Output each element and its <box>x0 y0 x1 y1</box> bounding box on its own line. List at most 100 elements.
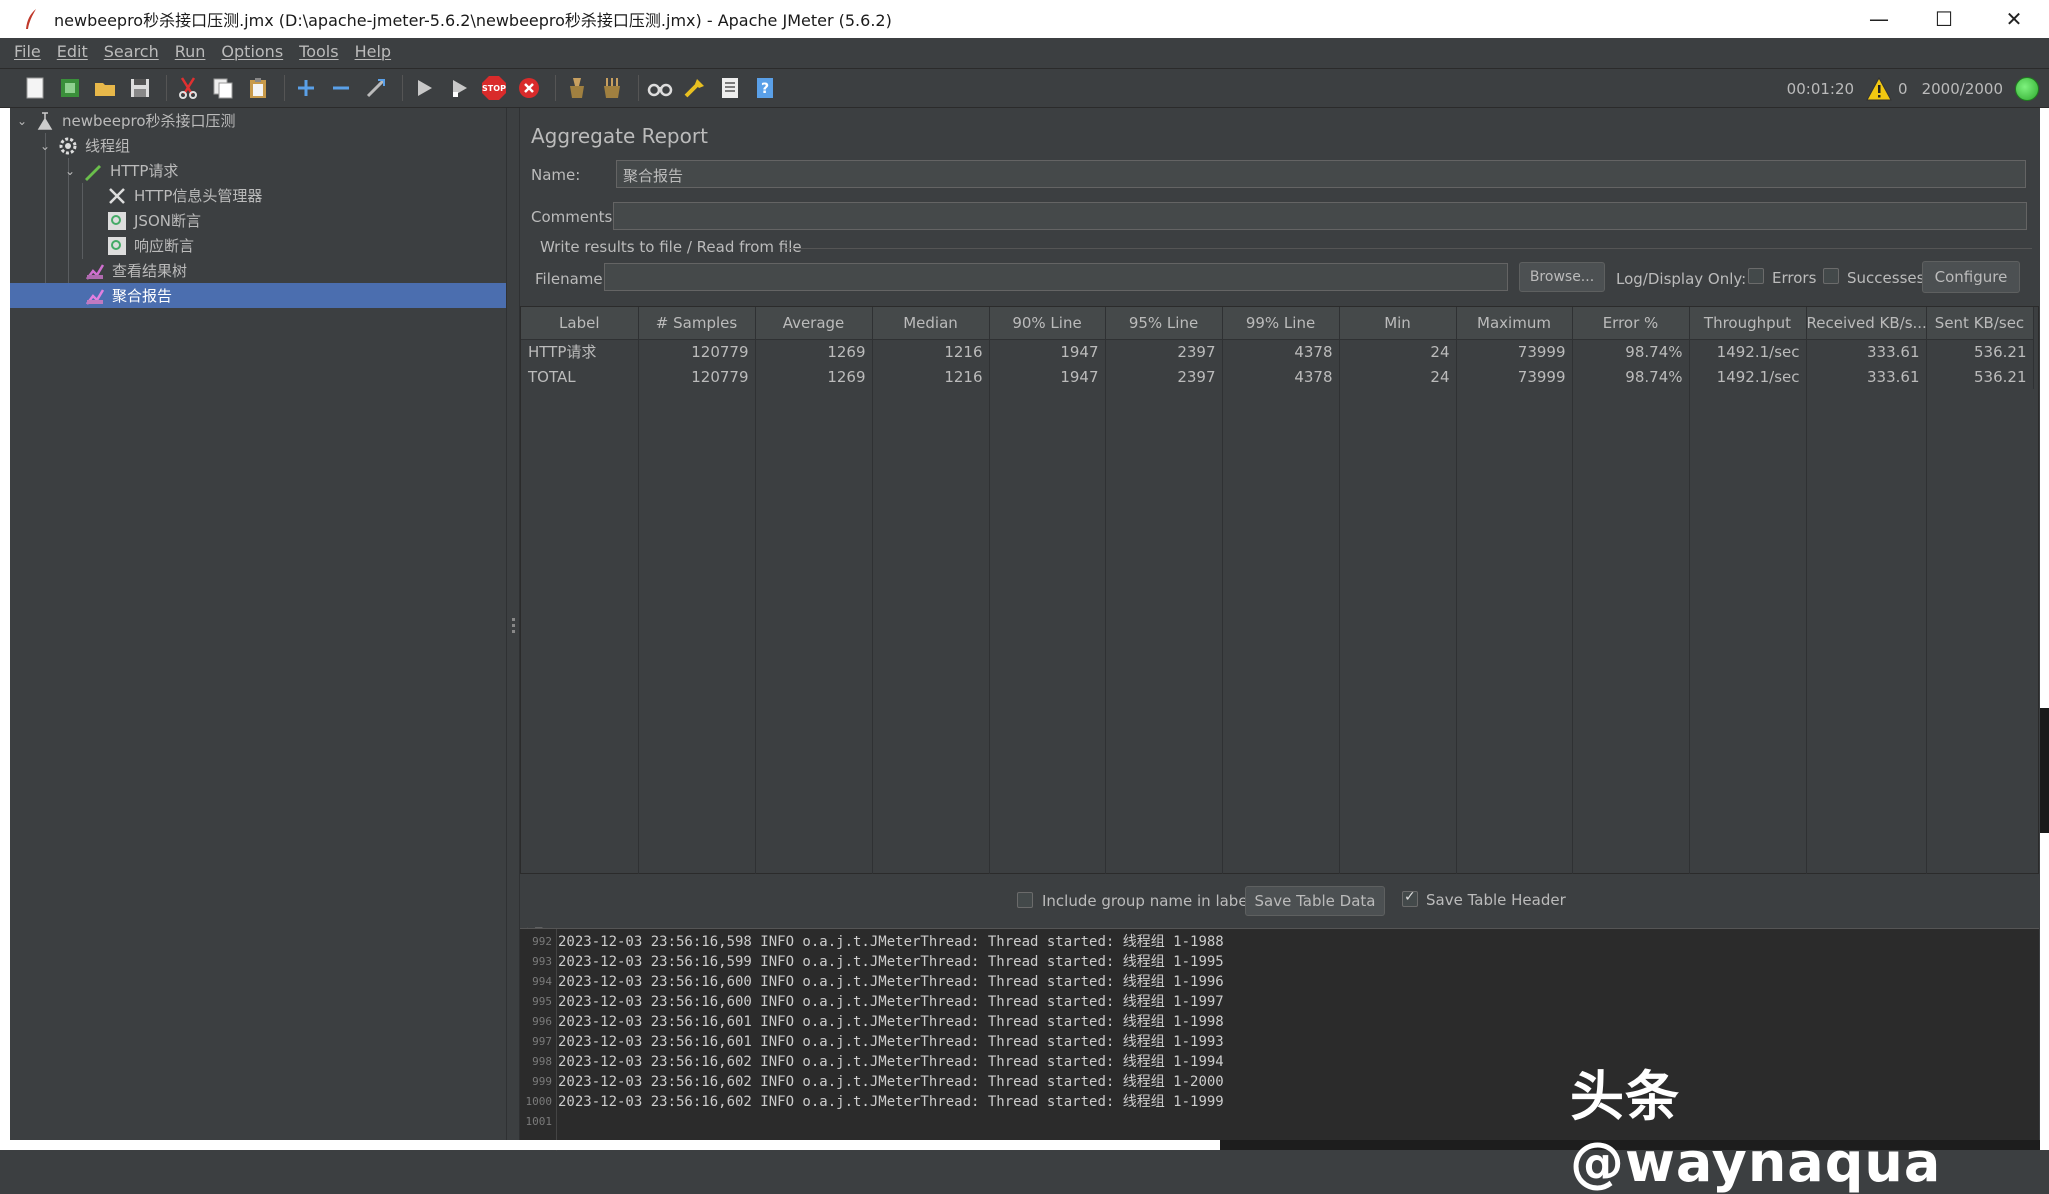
table-cell: TOTAL <box>521 364 639 389</box>
templates-icon[interactable] <box>55 73 85 103</box>
tree-item-response-assertion[interactable]: 响应断言 <box>10 233 506 258</box>
tree-item-json-assertion[interactable]: JSON断言 <box>10 208 506 233</box>
filename-field[interactable] <box>604 263 1508 291</box>
listener-chart-icon <box>84 260 106 282</box>
copy-icon[interactable] <box>208 73 238 103</box>
warning-icon[interactable] <box>1866 77 1892 101</box>
table-row[interactable]: TOTAL 120779 1269 1216 1947 2397 4378 24… <box>521 364 2034 389</box>
name-field[interactable]: 聚合报告 <box>616 160 2026 188</box>
close-button[interactable]: ✕ <box>1979 0 2049 38</box>
start-no-pauses-icon[interactable] <box>444 73 474 103</box>
successes-checkbox[interactable] <box>1823 268 1839 284</box>
clear-icon[interactable] <box>562 73 592 103</box>
column-header[interactable]: # Samples <box>638 307 756 340</box>
test-plan-icon <box>34 110 56 132</box>
filename-label: Filename <box>535 270 603 288</box>
window-title: newbeepro秒杀接口压测.jmx (D:\apache-jmeter-5.… <box>54 11 892 30</box>
column-gridlines <box>521 340 2033 874</box>
reset-search-icon[interactable] <box>680 73 710 103</box>
log-line: 996 2023-12-03 23:56:16,601 INFO o.a.j.t.… <box>532 1014 1224 1030</box>
column-header[interactable]: 95% Line <box>1105 307 1223 340</box>
gridline <box>989 340 990 874</box>
tree-item-view-results-tree[interactable]: 查看结果树 <box>10 258 506 283</box>
minimize-button[interactable]: — <box>1849 0 1909 38</box>
table-cell: 1947 <box>989 364 1106 389</box>
chevron-down-icon[interactable]: ⌄ <box>62 163 78 179</box>
save-icon[interactable] <box>125 73 155 103</box>
save-table-data-button[interactable]: Save Table Data <box>1245 886 1385 916</box>
assertion-magnifier-icon <box>106 235 128 257</box>
menu-file[interactable]: File <box>14 42 41 61</box>
tree-item-aggregate-report[interactable]: 聚合报告 <box>10 283 506 308</box>
table-cell: 98.74% <box>1572 339 1690 364</box>
new-icon[interactable] <box>20 73 50 103</box>
tree-item-thread-group[interactable]: ⌄ 线程组 <box>10 133 506 158</box>
menu-options[interactable]: Options <box>221 42 283 61</box>
tree-item-header-manager[interactable]: HTTP信息头管理器 <box>10 183 506 208</box>
help-icon[interactable]: ? <box>750 73 780 103</box>
aggregate-table: Label # Samples Average Median 90% Line … <box>520 306 2039 874</box>
comments-field[interactable] <box>613 202 2027 230</box>
column-header[interactable]: Label <box>521 307 639 340</box>
assertion-magnifier-icon <box>106 210 128 232</box>
gridline <box>1105 340 1106 874</box>
tree-item-test-plan[interactable]: ⌄ newbeepro秒杀接口压测 <box>10 108 506 133</box>
table-header-row: Label # Samples Average Median 90% Line … <box>521 307 2034 340</box>
save-table-header-checkbox[interactable] <box>1402 889 1418 907</box>
gridline <box>1572 340 1573 874</box>
menu-edit[interactable]: Edit <box>57 42 88 61</box>
column-header[interactable]: Received KB/s... <box>1806 307 1927 340</box>
cut-icon[interactable] <box>173 73 203 103</box>
scrollbar-thumb[interactable] <box>2040 708 2049 833</box>
tree-item-http-request[interactable]: ⌄ HTTP请求 <box>10 158 506 183</box>
table-cell: 24 <box>1339 339 1457 364</box>
save-table-header-label: Save Table Header <box>1426 891 1566 909</box>
stop-icon[interactable]: STOP <box>479 73 509 103</box>
chevron-down-icon[interactable]: ⌄ <box>37 138 53 154</box>
clear-all-icon[interactable] <box>597 73 627 103</box>
expand-icon[interactable] <box>291 73 321 103</box>
column-header[interactable]: 90% Line <box>989 307 1106 340</box>
paste-icon[interactable] <box>243 73 273 103</box>
table-row[interactable]: HTTP请求 120779 1269 1216 1947 2397 4378 2… <box>521 339 2034 364</box>
active-threads: 2000/2000 <box>1921 80 2003 98</box>
column-header[interactable]: Min <box>1339 307 1457 340</box>
chevron-down-icon[interactable]: ⌄ <box>14 113 30 129</box>
splitter-grip-icon[interactable] <box>512 618 515 636</box>
maximize-button[interactable]: ☐ <box>1909 0 1979 38</box>
menu-tools[interactable]: Tools <box>299 42 338 61</box>
column-header[interactable]: 99% Line <box>1222 307 1340 340</box>
configure-button[interactable]: Configure <box>1922 261 2020 293</box>
menu-help[interactable]: Help <box>355 42 391 61</box>
warning-count: 0 <box>1898 80 1908 98</box>
gridline <box>872 340 873 874</box>
column-header[interactable]: Sent KB/sec <box>1926 307 2034 340</box>
search-icon[interactable] <box>645 73 675 103</box>
include-group-checkbox[interactable] <box>1017 892 1033 908</box>
panel-splitter[interactable] <box>506 108 520 1140</box>
menu-search[interactable]: Search <box>104 42 159 61</box>
toolbar-separator <box>402 75 403 101</box>
log-line: 994 2023-12-03 23:56:16,600 INFO o.a.j.t.… <box>532 974 1224 990</box>
collapse-icon[interactable] <box>326 73 356 103</box>
browse-button[interactable]: Browse... <box>1519 262 1605 292</box>
header-manager-tools-icon <box>106 185 128 207</box>
include-group-label: Include group name in label? <box>1042 892 1260 910</box>
menu-run[interactable]: Run <box>175 42 206 61</box>
open-icon[interactable] <box>90 73 120 103</box>
gridline <box>638 340 639 874</box>
column-header[interactable]: Maximum <box>1456 307 1573 340</box>
toggle-icon[interactable] <box>361 73 391 103</box>
function-helper-icon[interactable] <box>715 73 745 103</box>
column-header[interactable]: Throughput <box>1689 307 1807 340</box>
toolbar-separator <box>284 75 285 101</box>
column-header[interactable]: Median <box>872 307 990 340</box>
table-cell: 73999 <box>1456 339 1573 364</box>
column-header[interactable]: Average <box>755 307 873 340</box>
vertical-scrollbar[interactable] <box>2040 108 2049 1150</box>
start-icon[interactable] <box>409 73 439 103</box>
toolbar: STOP ? 00:01:20 0 2000/2000 <box>0 68 2049 108</box>
column-header[interactable]: Error % <box>1572 307 1690 340</box>
shutdown-icon[interactable] <box>514 73 544 103</box>
errors-checkbox[interactable] <box>1748 268 1764 284</box>
